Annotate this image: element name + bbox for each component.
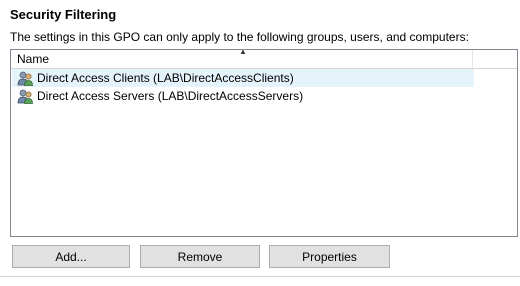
list-item-label: Direct Access Clients (LAB\DirectAccessC… [37,71,294,85]
section-description: The settings in this GPO can only apply … [10,30,469,44]
security-filtering-list[interactable]: Name ▲ Direct Access Clients (LAB\Direct… [10,49,518,237]
properties-button[interactable]: Properties [269,245,390,268]
remove-button[interactable]: Remove [140,245,260,268]
list-item[interactable]: Direct Access Clients (LAB\DirectAccessC… [12,69,474,87]
add-button[interactable]: Add... [12,245,130,268]
group-icon [17,71,33,86]
column-header-label: Name [17,52,50,66]
divider [0,276,520,277]
column-header-name[interactable]: Name ▲ [11,50,473,68]
sort-ascending-icon: ▲ [239,49,247,56]
section-title: Security Filtering [10,7,117,22]
list-item[interactable]: Direct Access Servers (LAB\DirectAccessS… [12,87,474,105]
list-item-label: Direct Access Servers (LAB\DirectAccessS… [37,89,304,103]
group-icon [17,89,33,104]
list-header: Name ▲ [11,50,517,69]
